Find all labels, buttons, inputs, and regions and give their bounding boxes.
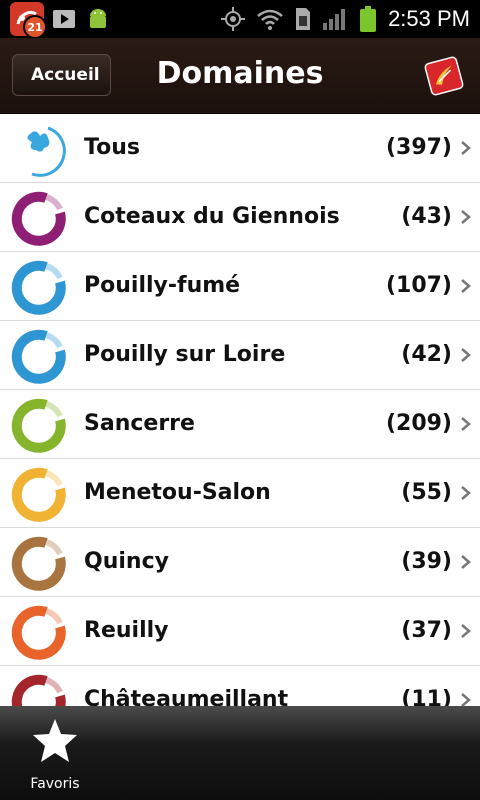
domain-name: Menetou-Salon [84, 480, 271, 505]
battery-icon [360, 6, 377, 32]
domain-name: Quincy [84, 549, 169, 574]
domain-count: (209) [385, 411, 452, 436]
chevron-right-icon [461, 486, 471, 500]
domain-count: (397) [385, 135, 452, 160]
android-icon [90, 9, 106, 28]
domain-name: Pouilly sur Loire [84, 342, 286, 367]
domain-name: Tous [84, 135, 140, 160]
list-item[interactable]: Sancerre (209) [0, 390, 480, 459]
domain-name: Reuilly [84, 618, 169, 643]
domain-logo-icon [11, 398, 66, 453]
list-item[interactable]: Châteaumeillant (11) [0, 666, 480, 706]
tab-favorites-label: Favoris [30, 776, 80, 792]
chevron-right-icon [461, 417, 471, 431]
domain-name: Sancerre [84, 411, 195, 436]
domain-count: (37) [401, 618, 452, 643]
domains-list: Tous (397) Coteaux du Giennois (43) Pouilly-… [0, 114, 480, 706]
list-item[interactable]: Pouilly-fumé (107) [0, 252, 480, 321]
status-bar: 21 2:53 PM [0, 0, 480, 39]
domain-count: (11) [401, 687, 452, 706]
app-logo-icon[interactable] [422, 54, 466, 98]
notification-badge: 21 [23, 15, 47, 39]
media-play-icon [53, 10, 75, 28]
domain-count: (55) [401, 480, 452, 505]
domain-logo-icon [11, 536, 66, 591]
tab-favorites[interactable]: Favoris [16, 716, 94, 792]
signal-icon [323, 9, 346, 30]
chevron-right-icon [461, 141, 471, 155]
sim-card-icon [296, 8, 311, 30]
clock: 2:53 PM [388, 6, 470, 31]
domain-logo-icon [11, 467, 66, 522]
list-item[interactable]: Quincy (39) [0, 528, 480, 597]
domain-logo-icon [27, 126, 66, 177]
chevron-right-icon [461, 279, 471, 293]
list-item[interactable]: Coteaux du Giennois (43) [0, 183, 480, 252]
gps-icon [221, 7, 246, 31]
domain-logo-icon [11, 329, 66, 384]
wifi-icon [257, 9, 283, 30]
domain-logo-icon [11, 605, 66, 660]
list-item[interactable]: Menetou-Salon (55) [0, 459, 480, 528]
domain-count: (43) [401, 204, 452, 229]
domain-count: (107) [385, 273, 452, 298]
domain-name: Châteaumeillant [84, 687, 289, 706]
chevron-right-icon [461, 624, 471, 638]
chevron-right-icon [461, 348, 471, 362]
page-title: Domaines [156, 56, 324, 91]
app-notification-icon: 21 [10, 2, 47, 39]
tab-bar: Favoris [0, 706, 480, 800]
chevron-right-icon [461, 693, 471, 706]
list-item[interactable]: Pouilly sur Loire (42) [0, 321, 480, 390]
domain-logo-icon [11, 191, 66, 246]
star-icon [33, 719, 77, 762]
chevron-right-icon [461, 555, 471, 569]
chevron-right-icon [461, 210, 471, 224]
nav-header: Accueil Domaines [0, 38, 480, 114]
domain-count: (39) [401, 549, 452, 574]
domain-logo-icon [11, 674, 66, 706]
list-item[interactable]: Tous (397) [0, 114, 480, 183]
domain-name: Coteaux du Giennois [84, 204, 340, 229]
domain-logo-icon [11, 260, 66, 315]
list-item[interactable]: Reuilly (37) [0, 597, 480, 666]
domain-name: Pouilly-fumé [84, 273, 241, 298]
domain-count: (42) [401, 342, 452, 367]
